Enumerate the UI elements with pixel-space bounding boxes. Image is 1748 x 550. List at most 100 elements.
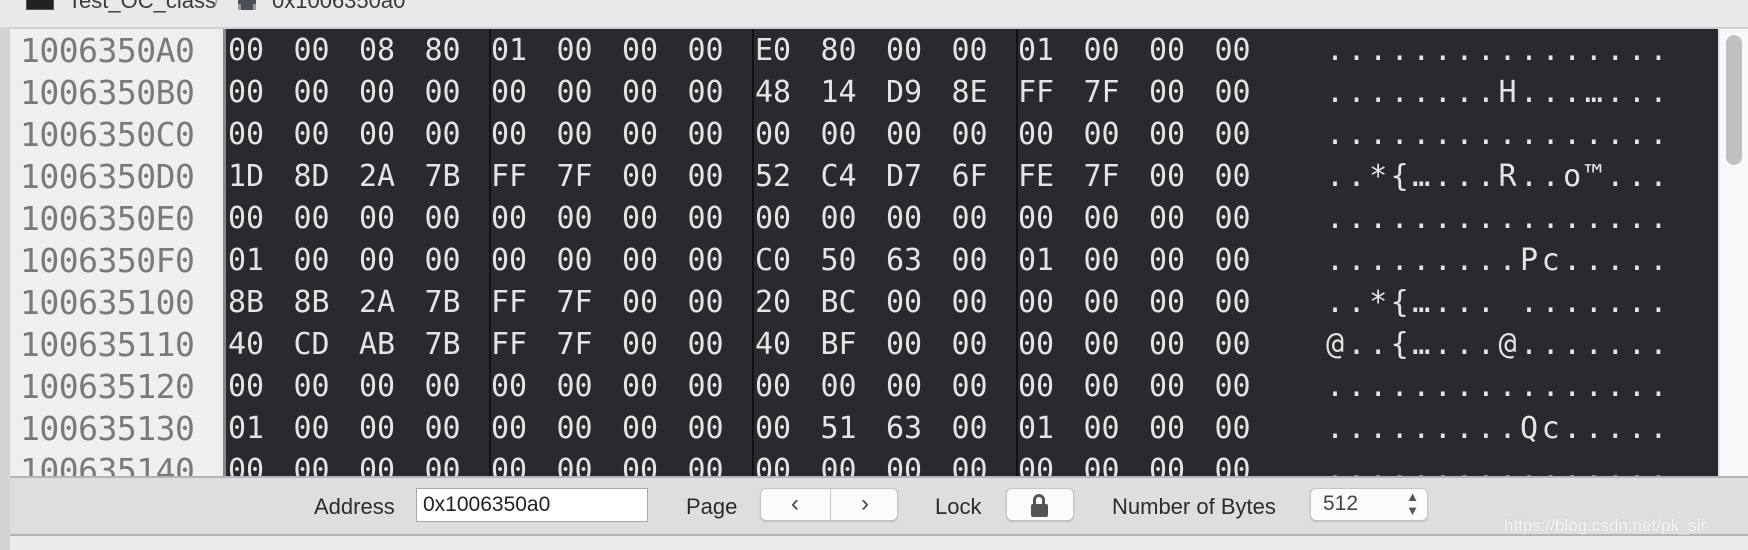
byte-cell[interactable]: 08 (359, 30, 411, 72)
byte-cell[interactable]: 14 (821, 72, 873, 114)
byte-cell[interactable]: 80 (425, 30, 477, 72)
byte-cell[interactable]: 00 (491, 72, 543, 114)
byte-cell[interactable]: 00 (294, 72, 346, 114)
byte-cell[interactable]: 00 (228, 366, 280, 408)
byte-cell[interactable]: 80 (821, 30, 873, 72)
byte-cell[interactable]: 00 (425, 366, 477, 408)
byte-cell[interactable]: 00 (1149, 240, 1201, 282)
byte-cell[interactable]: FF (491, 156, 543, 198)
byte-cell[interactable]: 40 (755, 324, 807, 366)
byte-cell[interactable]: 00 (1084, 324, 1136, 366)
byte-cell[interactable]: 00 (622, 198, 674, 240)
byte-cell[interactable]: 00 (491, 450, 543, 476)
byte-cell[interactable]: 00 (1149, 408, 1201, 450)
byte-cell[interactable]: 00 (294, 240, 346, 282)
byte-cell[interactable]: 00 (491, 114, 543, 156)
byte-cell[interactable]: 00 (425, 72, 477, 114)
byte-cell[interactable]: 00 (359, 114, 411, 156)
byte-cell[interactable]: 00 (952, 114, 1004, 156)
byte-cell[interactable]: 63 (886, 240, 938, 282)
byte-cell[interactable]: 00 (688, 408, 740, 450)
byte-cell[interactable]: 00 (1018, 198, 1070, 240)
byte-cell[interactable]: 00 (557, 450, 609, 476)
byte-cell[interactable]: 2A (359, 156, 411, 198)
byte-cell[interactable]: 2A (359, 282, 411, 324)
byte-cell[interactable]: 00 (952, 282, 1004, 324)
byte-cell[interactable]: 01 (228, 408, 280, 450)
byte-cell[interactable]: 00 (821, 450, 873, 476)
byte-cell[interactable]: E0 (755, 30, 807, 72)
byte-cell[interactable]: 00 (688, 240, 740, 282)
byte-cell[interactable]: 00 (228, 450, 280, 476)
byte-cell[interactable]: 00 (557, 240, 609, 282)
breadcrumb-project[interactable]: Test_OC_class (68, 0, 216, 14)
byte-cell[interactable]: 00 (228, 72, 280, 114)
byte-cell[interactable]: D7 (886, 156, 938, 198)
ascii-text[interactable]: ..*{…... ....... (1326, 282, 1671, 324)
next-page-button[interactable]: › (830, 489, 899, 520)
byte-cell[interactable]: 00 (1084, 240, 1136, 282)
byte-cell[interactable]: 00 (1215, 240, 1267, 282)
byte-cell[interactable]: 51 (821, 408, 873, 450)
ascii-text[interactable]: ................ (1326, 30, 1671, 72)
byte-cell[interactable]: 00 (1149, 72, 1201, 114)
byte-cell[interactable]: 20 (755, 282, 807, 324)
byte-cell[interactable]: 00 (359, 450, 411, 476)
byte-cell[interactable]: 00 (1084, 282, 1136, 324)
byte-cell[interactable]: 00 (1215, 450, 1267, 476)
byte-cell[interactable]: 8D (294, 156, 346, 198)
byte-cell[interactable]: 00 (755, 366, 807, 408)
byte-cell[interactable]: 00 (1084, 30, 1136, 72)
byte-cell[interactable]: 63 (886, 408, 938, 450)
byte-cell[interactable]: 00 (294, 30, 346, 72)
byte-cell[interactable]: 00 (952, 324, 1004, 366)
byte-cell[interactable]: 00 (886, 366, 938, 408)
byte-cell[interactable]: 00 (1149, 366, 1201, 408)
byte-cell[interactable]: 00 (688, 72, 740, 114)
byte-cell[interactable]: 00 (557, 366, 609, 408)
ascii-text[interactable]: ................ (1326, 114, 1671, 156)
byte-cell[interactable]: 00 (952, 450, 1004, 476)
byte-cell[interactable]: 00 (952, 198, 1004, 240)
byte-cell[interactable]: 7F (1084, 156, 1136, 198)
byte-cell[interactable]: 00 (1215, 72, 1267, 114)
byte-cell[interactable]: 00 (622, 324, 674, 366)
byte-cell[interactable]: FF (1018, 72, 1070, 114)
byte-cell[interactable]: 00 (821, 114, 873, 156)
byte-cell[interactable]: 00 (886, 198, 938, 240)
byte-cell[interactable]: 00 (425, 240, 477, 282)
byte-cell[interactable]: 00 (952, 30, 1004, 72)
byte-cell[interactable]: 00 (1018, 114, 1070, 156)
byte-cell[interactable]: BC (821, 282, 873, 324)
byte-cell[interactable]: 8E (952, 72, 1004, 114)
byte-cell[interactable]: 6F (952, 156, 1004, 198)
ascii-text[interactable]: ................ (1326, 198, 1671, 240)
byte-cell[interactable]: 00 (228, 30, 280, 72)
byte-cell[interactable]: 40 (228, 324, 280, 366)
byte-cell[interactable]: 00 (1215, 324, 1267, 366)
byte-cell[interactable]: 00 (1084, 450, 1136, 476)
byte-cell[interactable]: 00 (688, 450, 740, 476)
byte-cell[interactable]: BF (821, 324, 873, 366)
byte-cell[interactable]: 00 (491, 366, 543, 408)
byte-cell[interactable]: 00 (1149, 450, 1201, 476)
ascii-text[interactable]: .........Qc..... (1326, 408, 1671, 450)
byte-cell[interactable]: 00 (622, 156, 674, 198)
byte-cell[interactable]: 00 (294, 408, 346, 450)
byte-cell[interactable]: 00 (1149, 30, 1201, 72)
byte-cell[interactable]: 00 (622, 366, 674, 408)
byte-cell[interactable]: 00 (952, 240, 1004, 282)
byte-cell[interactable]: C4 (821, 156, 873, 198)
byte-cell[interactable]: 00 (294, 114, 346, 156)
byte-cell[interactable]: 00 (622, 30, 674, 72)
ascii-text[interactable]: .........Pc..... (1326, 240, 1671, 282)
byte-cell[interactable]: 00 (491, 240, 543, 282)
byte-cell[interactable]: D9 (886, 72, 938, 114)
previous-page-button[interactable]: ‹ (761, 489, 829, 520)
byte-cell[interactable]: 00 (1215, 408, 1267, 450)
byte-cell[interactable]: 00 (294, 450, 346, 476)
address-input[interactable] (416, 488, 648, 522)
byte-cell[interactable]: 00 (425, 408, 477, 450)
byte-cell[interactable]: 00 (688, 198, 740, 240)
byte-cell[interactable]: 00 (688, 366, 740, 408)
